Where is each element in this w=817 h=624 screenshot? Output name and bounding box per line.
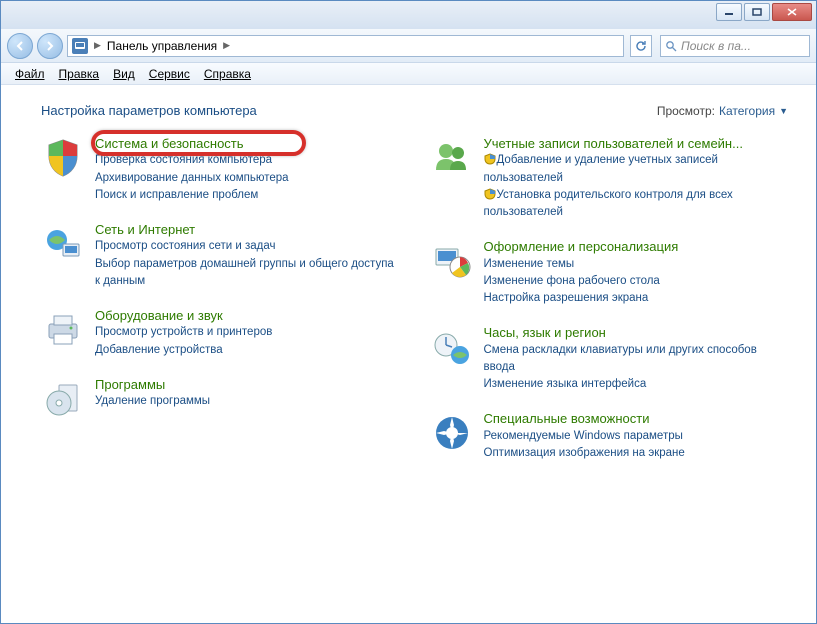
menu-tools[interactable]: Сервис <box>143 65 196 83</box>
control-panel-icon <box>72 38 88 54</box>
search-input[interactable]: Поиск в па... <box>660 35 810 57</box>
users-icon <box>430 136 474 180</box>
disc-box-icon <box>41 377 85 421</box>
view-by-selector[interactable]: Просмотр: Категория ▼ <box>657 104 788 118</box>
category-programs: Программы Удаление программы <box>41 377 400 421</box>
window-titlebar <box>1 1 816 29</box>
menu-file[interactable]: Файл <box>9 65 51 83</box>
category-sublink[interactable]: Поиск и исправление проблем <box>95 187 400 204</box>
category-sublink-shielded[interactable]: Установка родительского контроля для все… <box>484 187 789 222</box>
category-column-left: Система и безопасность Проверка состояни… <box>41 136 400 480</box>
category-sublink[interactable]: Проверка состояния компьютера <box>95 152 400 169</box>
category-sublink[interactable]: Изменение темы <box>484 256 789 273</box>
category-clock-language: Часы, язык и регион Смена раскладки клав… <box>430 325 789 393</box>
category-sublink[interactable]: Рекомендуемые Windows параметры <box>484 428 789 445</box>
category-title[interactable]: Специальные возможности <box>484 411 789 427</box>
category-sublink[interactable]: Архивирование данных компьютера <box>95 170 400 187</box>
uac-shield-icon <box>484 153 497 165</box>
breadcrumb-separator-icon: ▶ <box>223 40 230 51</box>
category-sublink[interactable]: Смена раскладки клавиатуры или других сп… <box>484 342 789 377</box>
nav-forward-button[interactable] <box>37 33 63 59</box>
menu-bar: Файл Правка Вид Сервис Справка <box>1 63 816 85</box>
menu-view[interactable]: Вид <box>107 65 141 83</box>
category-sublink[interactable]: Настройка разрешения экрана <box>484 290 789 307</box>
category-title[interactable]: Учетные записи пользователей и семейн... <box>484 136 789 152</box>
minimize-button[interactable] <box>716 3 742 21</box>
refresh-button[interactable] <box>630 35 652 57</box>
page-title: Настройка параметров компьютера <box>41 103 257 118</box>
maximize-button[interactable] <box>744 3 770 21</box>
category-user-accounts: Учетные записи пользователей и семейн...… <box>430 136 789 221</box>
menu-edit[interactable]: Правка <box>53 65 106 83</box>
category-sublink[interactable]: Просмотр состояния сети и задач <box>95 238 400 255</box>
category-sublink[interactable]: Просмотр устройств и принтеров <box>95 324 400 341</box>
close-button[interactable] <box>772 3 812 21</box>
shield-icon <box>41 136 85 180</box>
category-sublink[interactable]: Добавление устройства <box>95 342 400 359</box>
category-hardware-sound: Оборудование и звук Просмотр устройств и… <box>41 308 400 359</box>
accessibility-icon <box>430 411 474 455</box>
navigation-bar: ▶ Панель управления ▶ Поиск в па... <box>1 29 816 63</box>
breadcrumb-item[interactable]: Панель управления <box>107 39 217 53</box>
search-icon <box>665 40 677 52</box>
category-sublink[interactable]: Изменение фона рабочего стола <box>484 273 789 290</box>
category-appearance: Оформление и персонализация Изменение те… <box>430 239 789 307</box>
category-title[interactable]: Оборудование и звук <box>95 308 400 324</box>
nav-back-button[interactable] <box>7 33 33 59</box>
address-bar[interactable]: ▶ Панель управления ▶ <box>67 35 624 57</box>
chevron-down-icon: ▼ <box>779 106 788 116</box>
category-sublink[interactable]: Выбор параметров домашней группы и общег… <box>95 256 400 291</box>
view-by-value[interactable]: Категория <box>719 104 775 118</box>
category-sublink[interactable]: Оптимизация изображения на экране <box>484 445 789 462</box>
clock-globe-icon <box>430 325 474 369</box>
menu-help[interactable]: Справка <box>198 65 257 83</box>
uac-shield-icon <box>484 188 497 200</box>
category-title[interactable]: Система и безопасность <box>95 136 400 152</box>
category-sublink-shielded[interactable]: Добавление и удаление учетных записей по… <box>484 152 789 187</box>
appearance-icon <box>430 239 474 283</box>
category-network-internet: Сеть и Интернет Просмотр состояния сети … <box>41 222 400 290</box>
category-sublink[interactable]: Удаление программы <box>95 393 400 410</box>
search-placeholder: Поиск в па... <box>681 39 751 53</box>
globe-network-icon <box>41 222 85 266</box>
category-title[interactable]: Программы <box>95 377 400 393</box>
category-title[interactable]: Оформление и персонализация <box>484 239 789 255</box>
category-system-security: Система и безопасность Проверка состояни… <box>41 136 400 204</box>
category-title[interactable]: Часы, язык и регион <box>484 325 789 341</box>
view-by-label: Просмотр: <box>657 104 715 118</box>
category-title[interactable]: Сеть и Интернет <box>95 222 400 238</box>
breadcrumb-separator-icon: ▶ <box>94 40 101 51</box>
category-sublink[interactable]: Изменение языка интерфейса <box>484 376 789 393</box>
category-column-right: Учетные записи пользователей и семейн...… <box>430 136 789 480</box>
content-area: Настройка параметров компьютера Просмотр… <box>1 85 816 623</box>
printer-icon <box>41 308 85 352</box>
category-accessibility: Специальные возможности Рекомендуемые Wi… <box>430 411 789 462</box>
